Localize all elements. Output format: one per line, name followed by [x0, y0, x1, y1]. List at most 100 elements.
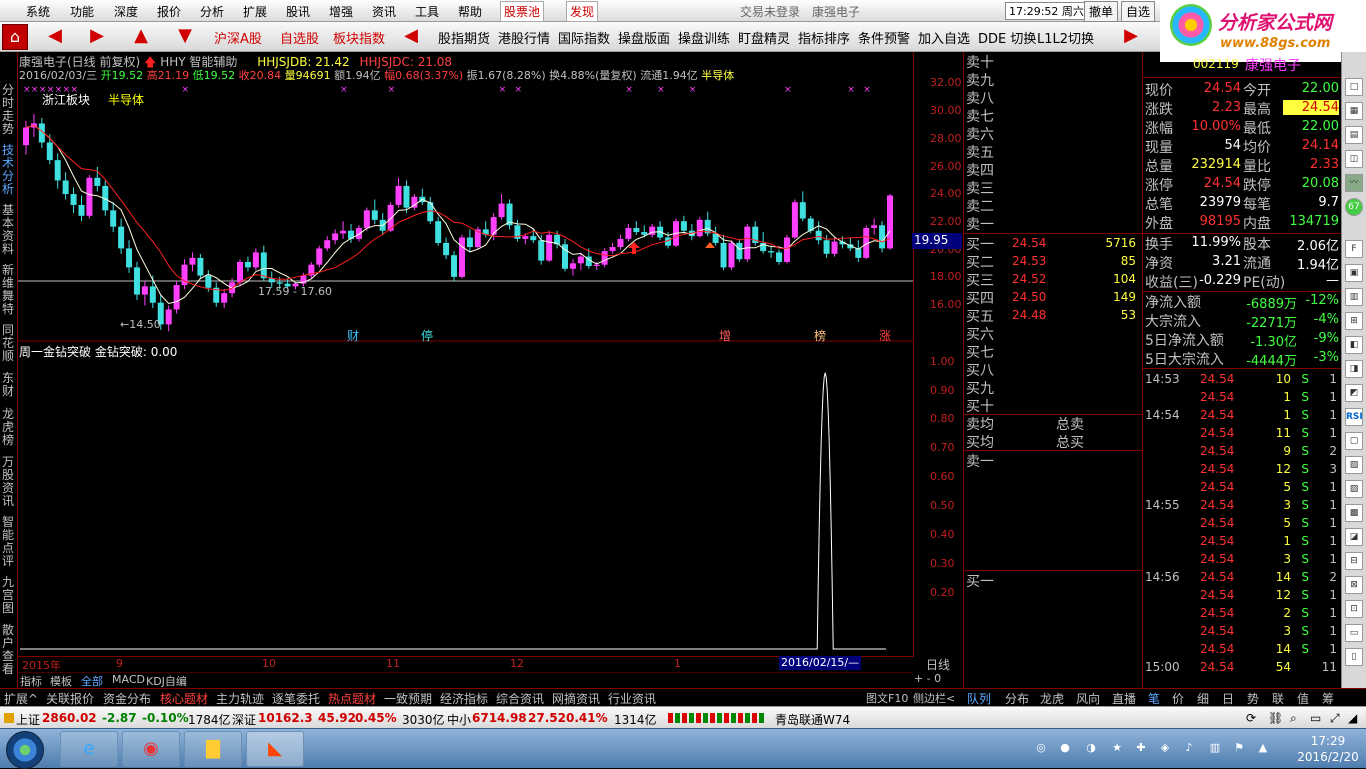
toolbar-icon[interactable]: ◨ [1345, 360, 1363, 378]
dde-switch-button[interactable]: DDE 切换 [978, 28, 1036, 47]
menu-item-system[interactable]: 系统 [26, 3, 50, 20]
tab-trading-layout[interactable]: 操盘版面 [618, 28, 670, 47]
sidebar-item-technical[interactable]: 技术分析 [2, 144, 16, 196]
sidebar-toggle-button[interactable]: 侧边栏< [913, 690, 955, 706]
tray-icon[interactable]: ★ [1110, 741, 1124, 755]
tab-trading-practice[interactable]: 操盘训练 [678, 28, 730, 47]
sidebar-item-new-dimension[interactable]: 新维舞特 [2, 264, 16, 316]
sidebar-item-eastmoney[interactable]: 东财 [2, 372, 16, 398]
sidebar-item-tonghuashun[interactable]: 同花顺 [2, 324, 16, 363]
folder-icon[interactable]: ▇ [184, 731, 242, 767]
toolbar-icon[interactable]: ▦ [1345, 102, 1363, 120]
volume-icon[interactable]: ♪ [1182, 741, 1196, 755]
home-icon[interactable]: ⌂ [2, 24, 28, 50]
link-icon[interactable]: ⛓ [1268, 711, 1283, 725]
tab-indicator[interactable]: 指标 [18, 673, 44, 689]
watchlist-button[interactable]: 自选 [1121, 1, 1156, 22]
badge-67-icon[interactable]: 67 [1345, 198, 1363, 216]
event-label-finance[interactable]: 财 [347, 327, 359, 344]
tab-condition-alert[interactable]: 条件预警 [858, 28, 910, 47]
menu-item-stock-pool[interactable]: 股票池 [500, 1, 545, 22]
menu-item-help[interactable]: 帮助 [458, 3, 482, 20]
sidebar-item-smart-review[interactable]: 智能点评 [2, 516, 16, 568]
index-zx-name[interactable]: 中小 [447, 711, 471, 728]
tab-chips[interactable]: 筹 [1322, 690, 1334, 707]
tab-price[interactable]: 价 [1172, 690, 1184, 707]
menu-item-discover[interactable]: 发现 [566, 1, 599, 22]
arrow-down-icon[interactable]: ▼ [172, 25, 198, 49]
menu-item-extension[interactable]: 扩展 [243, 3, 267, 20]
toolbar-icon[interactable]: ▯ [1345, 648, 1363, 666]
toolbar-icon[interactable]: ▧ [1345, 456, 1363, 474]
refresh-icon[interactable]: ⟳ [1246, 711, 1256, 725]
toolbar-icon[interactable]: ▭ [1345, 624, 1363, 642]
l1l2-switch-button[interactable]: L1L2切换 [1037, 28, 1094, 47]
menu-item-function[interactable]: 功能 [70, 3, 94, 20]
tab-kdj[interactable]: KDJ自编 [144, 673, 189, 689]
menu-item-depth[interactable]: 深度 [114, 3, 138, 20]
toolbar-scroll-right-icon[interactable]: ▶ [1118, 25, 1144, 49]
tab-watch-wizard[interactable]: 盯盘精灵 [738, 28, 790, 47]
toolbar-icon[interactable]: ◩ [1345, 384, 1363, 402]
tray-icon[interactable]: ✚ [1134, 741, 1148, 755]
toolbar-icon[interactable]: ⊟ [1345, 552, 1363, 570]
window-icon[interactable]: ▭ [1310, 711, 1321, 725]
toolbar-icon[interactable]: ▣ [1345, 264, 1363, 282]
tab-trend[interactable]: 势 [1247, 690, 1259, 707]
sidebar-item-nine-grid[interactable]: 九宫图 [2, 576, 16, 615]
expand-icon[interactable]: ⤢ [1330, 711, 1340, 726]
system-clock[interactable]: 17:29 2016/2/20 [1296, 733, 1360, 765]
sidebar-item-dragon-tiger[interactable]: 龙虎榜 [2, 408, 16, 447]
tab-day[interactable]: 日 [1222, 690, 1234, 707]
toolbar-icon[interactable]: ▥ [1345, 288, 1363, 306]
cancel-order-button[interactable]: 撤单 [1084, 1, 1119, 22]
tab-hot-theme[interactable]: 热点题材 [328, 690, 376, 707]
tab-index-futures[interactable]: 股指期货 [438, 28, 490, 47]
tab-main-track[interactable]: 主力轨迹 [216, 690, 264, 707]
network-icon[interactable]: ▥ [1208, 741, 1222, 755]
tab-live[interactable]: 直播 [1112, 690, 1136, 707]
menu-item-enhance[interactable]: 增强 [329, 3, 353, 20]
rss-icon[interactable]: RSI [1345, 408, 1363, 426]
toolbar-icon[interactable]: ▩ [1345, 504, 1363, 522]
tab-all[interactable]: 全部 [79, 673, 105, 689]
toolbar-icon[interactable]: ⊞ [1345, 312, 1363, 330]
event-label-limit-up[interactable]: 涨 [879, 327, 891, 344]
index-sz-name[interactable]: 深证 [232, 711, 256, 728]
tab-macd[interactable]: MACD [110, 673, 147, 686]
index-sh-name[interactable]: 上证 [16, 711, 40, 728]
tab-consensus[interactable]: 一致预期 [384, 690, 432, 707]
sidebar-item-retail-view[interactable]: 散户查看 [2, 624, 16, 676]
tab-queue[interactable]: 队列 [967, 690, 991, 707]
tab-core-theme[interactable]: 核心题材 [160, 690, 208, 707]
add-to-watchlist-button[interactable]: 加入自选 [918, 28, 970, 47]
tab-value[interactable]: 值 [1297, 690, 1309, 707]
tab-dragon[interactable]: 龙虎 [1040, 690, 1064, 707]
tab-link[interactable]: 联 [1272, 690, 1284, 707]
f10-button[interactable]: 图文F10 [866, 690, 908, 706]
tab-economic-index[interactable]: 经济指标 [440, 690, 488, 707]
toolbar-icon[interactable]: ▨ [1345, 480, 1363, 498]
tray-icon[interactable]: ◑ [1084, 741, 1098, 755]
windows-start-icon[interactable] [6, 731, 44, 769]
tab-indicator-sort[interactable]: 指标排序 [798, 28, 850, 47]
toolbar-icon[interactable]: ◪ [1345, 528, 1363, 546]
toolbar-icon[interactable]: ⊡ [1345, 600, 1363, 618]
tab-fund-distribution[interactable]: 资金分布 [103, 690, 151, 707]
toolbar-icon[interactable]: ▤ [1345, 126, 1363, 144]
event-label-halt[interactable]: 停 [421, 327, 433, 344]
zoom-controls[interactable]: + - 0 [914, 672, 962, 688]
chrome-icon[interactable]: ◉ [122, 731, 180, 767]
toolbar-icon[interactable]: □ [1345, 78, 1363, 96]
arrow-left-icon[interactable]: ◀ [42, 25, 68, 49]
tray-icon[interactable]: ◎ [1034, 741, 1048, 755]
event-label-increase[interactable]: 增 [719, 327, 731, 344]
ie-icon[interactable]: e [60, 731, 118, 767]
tab-industry-news[interactable]: 行业资讯 [608, 690, 656, 707]
menu-item-quote[interactable]: 报价 [157, 3, 181, 20]
toolbar-icon[interactable]: F [1345, 240, 1363, 258]
tab-sector-index[interactable]: 板块指数 [333, 28, 385, 47]
tray-icon[interactable]: ▲ [1256, 741, 1270, 755]
menu-item-info[interactable]: 资讯 [372, 3, 396, 20]
toolbar-scroll-left-icon[interactable]: ◀ [398, 25, 424, 49]
